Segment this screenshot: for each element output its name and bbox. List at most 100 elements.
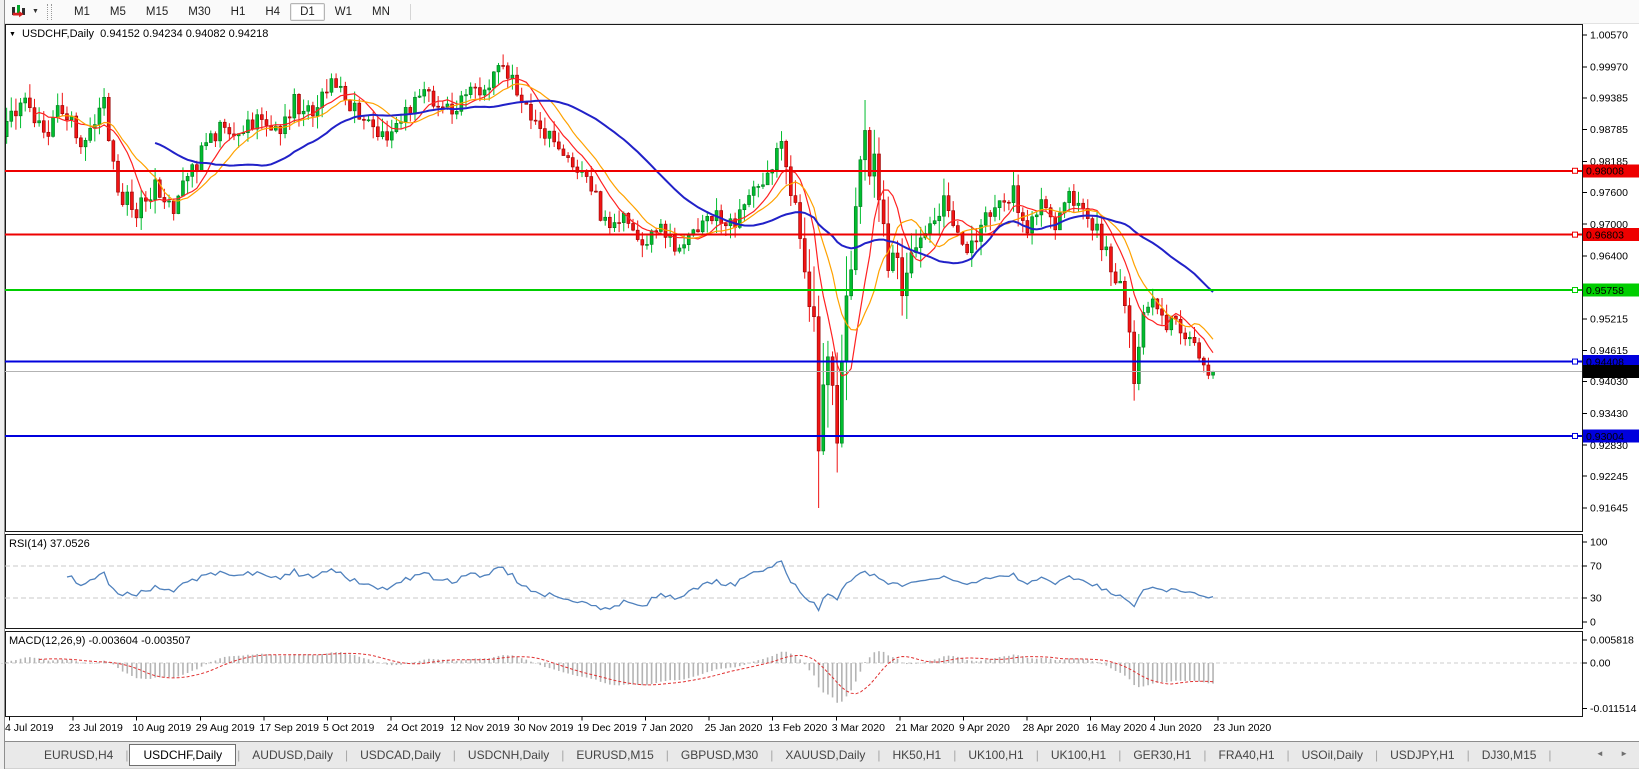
macd-histogram-bar xyxy=(1212,663,1214,684)
macd-histogram-bar xyxy=(850,663,852,691)
macd-histogram-bar xyxy=(145,663,147,679)
macd-histogram-bar xyxy=(247,654,249,663)
macd-panel[interactable] xyxy=(5,631,1583,717)
tab-hk50-h1[interactable]: HK50,H1 xyxy=(882,745,953,765)
macd-histogram-bar xyxy=(344,652,347,663)
macd-histogram-bar xyxy=(906,663,908,665)
macd-histogram-bar xyxy=(56,659,59,663)
macd-axis-label: 0.005818 xyxy=(1590,635,1634,647)
price-label-boxes: 0.980080.968030.957580.944080.930040.942… xyxy=(1583,164,1639,443)
macd-histogram-bar xyxy=(817,663,820,688)
price-axis-label: 0.92245 xyxy=(1590,471,1628,483)
macd-histogram-bar xyxy=(465,659,467,663)
tab-usdcnh-daily[interactable]: USDCNH,Daily xyxy=(457,745,560,765)
rsi-axis-label: 100 xyxy=(1590,537,1608,549)
macd-histogram-bar xyxy=(358,656,361,663)
tab-usoil-daily[interactable]: USOil,Daily xyxy=(1291,745,1374,765)
rsi-panel[interactable] xyxy=(5,534,1583,629)
macd-histogram-bar xyxy=(980,660,982,663)
macd-histogram-bar xyxy=(933,659,936,663)
macd-histogram-bar xyxy=(831,663,834,698)
macd-histogram-bar xyxy=(274,654,277,663)
macd-histogram-bar xyxy=(534,663,537,664)
macd-histogram-bar xyxy=(349,654,351,663)
macd-histogram-bar xyxy=(131,663,133,676)
price-label-box-text: 0.94218 xyxy=(1586,366,1624,378)
tab-eurusd-h4[interactable]: EURUSD,H4 xyxy=(33,745,124,765)
tab-usdcad-daily[interactable]: USDCAD,Daily xyxy=(349,745,452,765)
macd-histogram-bar xyxy=(506,655,509,663)
tab-usdchf-daily[interactable]: USDCHF,Daily xyxy=(129,744,237,766)
chart-canvas[interactable]: 1.005700.999700.993850.987850.981850.976… xyxy=(0,0,1639,741)
tab-uk100-h1[interactable]: UK100,H1 xyxy=(957,745,1034,765)
macd-histogram-bar xyxy=(1142,663,1145,687)
macd-histogram-bar xyxy=(469,659,472,663)
macd-histogram-bar xyxy=(878,651,880,663)
macd-histogram-bar xyxy=(196,663,198,670)
macd-histogram-bar xyxy=(776,653,778,663)
price-axis-label: 0.99385 xyxy=(1590,92,1628,104)
macd-histogram-bar xyxy=(251,654,254,663)
macd-histogram-bar xyxy=(395,663,398,666)
tab-audusd-daily[interactable]: AUDUSD,Daily xyxy=(241,745,344,765)
tab-dj30-m15[interactable]: DJ30,M15 xyxy=(1471,745,1548,765)
macd-histogram-bar xyxy=(1091,661,1094,663)
macd-histogram-bar xyxy=(140,663,142,679)
macd-histogram-bar xyxy=(553,663,555,670)
macd-histogram-bar xyxy=(613,663,616,686)
time-axis[interactable]: 4 Jul 2019 23 Jul 2019 10 Aug 2019 29 Aug 2… xyxy=(5,716,1271,735)
macd-histogram-bar xyxy=(919,662,922,664)
macd-histogram-bar xyxy=(261,653,263,663)
main-chart-panel[interactable] xyxy=(5,24,1583,532)
date-axis-label: 21 Mar 2020 xyxy=(895,722,954,734)
macd-histogram-bar xyxy=(674,663,676,681)
macd-histogram-bar xyxy=(567,663,569,674)
macd-histogram-bar xyxy=(854,663,857,682)
macd-histogram-bar xyxy=(808,663,811,671)
macd-histogram-bar xyxy=(655,663,658,684)
macd-histogram-bar xyxy=(669,663,671,681)
rsi-axis-label: 0 xyxy=(1590,617,1596,629)
macd-histogram-bar xyxy=(748,663,750,664)
tab-xauusd-daily[interactable]: XAUUSD,Daily xyxy=(774,745,876,765)
macd-histogram-bar xyxy=(493,657,495,663)
macd-histogram-bar xyxy=(1202,663,1205,683)
macd-histogram-bar xyxy=(1003,656,1006,663)
date-axis-label: 7 Jan 2020 xyxy=(641,722,693,734)
macd-histogram-bar xyxy=(692,663,695,677)
macd-histogram-bar xyxy=(975,661,978,663)
macd-histogram-bar xyxy=(117,663,119,669)
price-axis-label: 0.98785 xyxy=(1590,124,1628,136)
macd-histogram-bar xyxy=(970,660,973,663)
date-axis-label: 3 Mar 2020 xyxy=(832,722,885,734)
macd-histogram-bar xyxy=(19,658,22,663)
macd-axis-label: 0.00 xyxy=(1590,658,1611,670)
macd-histogram-bar xyxy=(1017,655,1019,663)
macd-histogram-bar xyxy=(701,663,704,674)
macd-histogram-bar xyxy=(80,662,82,664)
tab-usdjpy-h1[interactable]: USDJPY,H1 xyxy=(1379,745,1465,765)
hline-handle xyxy=(1572,358,1578,365)
date-axis-label: 10 Aug 2019 xyxy=(132,722,191,734)
macd-histogram-bar xyxy=(803,663,806,665)
tab-uk100-h1[interactable]: UK100,H1 xyxy=(1040,745,1117,765)
macd-histogram-bar xyxy=(581,663,583,677)
tab-fra40-h1[interactable]: FRA40,H1 xyxy=(1207,745,1285,765)
macd-histogram-bar xyxy=(915,663,917,664)
tab-ger30-h1[interactable]: GER30,H1 xyxy=(1122,745,1202,765)
macd-histogram-bar xyxy=(1063,659,1066,663)
rsi-axis-label: 30 xyxy=(1590,593,1602,605)
macd-histogram-bar xyxy=(42,659,45,663)
macd-histogram-bar xyxy=(706,663,709,673)
tab-scroll-left-icon[interactable]: ◄ xyxy=(1589,749,1611,758)
macd-histogram-bar xyxy=(177,663,180,677)
macd-histogram-bar xyxy=(882,651,885,663)
tab-scroll-right-icon[interactable]: ► xyxy=(1613,749,1635,758)
tab-eurusd-m15[interactable]: EURUSD,M15 xyxy=(565,745,664,765)
macd-histogram-bar xyxy=(163,663,166,678)
macd-histogram-bar xyxy=(502,655,504,663)
macd-histogram-bar xyxy=(687,663,690,679)
price-axis-label: 1.00570 xyxy=(1590,30,1628,42)
tab-gbpusd-m30[interactable]: GBPUSD,M30 xyxy=(670,745,769,765)
macd-histogram-bar xyxy=(89,663,91,664)
